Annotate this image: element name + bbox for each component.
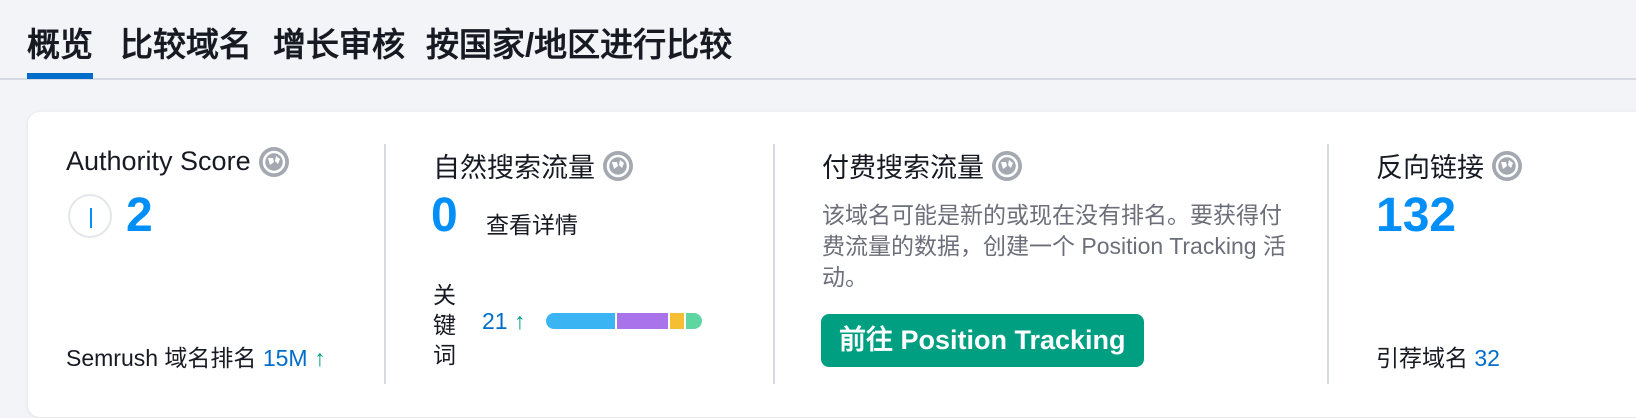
arrow-up-icon: ↑	[313, 345, 326, 371]
tab-overview[interactable]: 概览	[27, 18, 93, 79]
paid-traffic-label: 付费搜索流量	[822, 153, 984, 183]
tab-growth-review[interactable]: 增长审核	[273, 18, 405, 78]
organic-traffic-value: 0	[431, 189, 458, 242]
globe-info-icon[interactable]	[603, 150, 633, 181]
position-tracking-button[interactable]: 前往 Position Tracking	[821, 314, 1144, 367]
divider	[1327, 144, 1329, 384]
referring-domains-label: 引荐域名	[1376, 345, 1468, 371]
backlinks-value[interactable]: 132	[1376, 188, 1456, 243]
authority-score-title: Authority Score	[66, 146, 289, 177]
authority-score-gauge	[68, 194, 112, 238]
referring-domains-value[interactable]: 32	[1474, 345, 1500, 371]
keyword-bar-segment	[670, 313, 684, 329]
tab-compare-by-country[interactable]: 按国家/地区进行比较	[426, 18, 732, 78]
tab-bar: 概览 比较域名 增长审核 按国家/地区进行比较	[0, 0, 1636, 80]
keywords-count: 21 ↑	[482, 308, 525, 335]
paid-traffic-title: 付费搜索流量	[822, 146, 1022, 185]
paid-traffic-description: 该域名可能是新的或现在没有排名。要获得付费流量的数据，创建一个 Position…	[822, 202, 1286, 290]
arrow-up-icon: ↑	[513, 308, 526, 334]
globe-info-icon[interactable]	[1492, 150, 1522, 181]
keyword-bar-segment	[617, 313, 668, 329]
keywords-value[interactable]: 21	[482, 308, 508, 334]
divider	[384, 144, 386, 384]
keywords-label: 关键词	[433, 282, 456, 368]
semrush-rank-value[interactable]: 15M	[263, 345, 308, 371]
backlinks-title: 反向链接	[1376, 146, 1522, 185]
semrush-rank-label: Semrush 域名排名	[66, 345, 257, 371]
semrush-rank: Semrush 域名排名 15M ↑	[66, 339, 325, 373]
authority-score-label: Authority Score	[66, 146, 251, 176]
keyword-bar-segment	[685, 313, 702, 329]
keywords-distribution-bar[interactable]	[546, 313, 702, 329]
organic-traffic-title: 自然搜索流量	[433, 146, 633, 185]
keyword-bar-segment	[546, 313, 615, 329]
tab-compare-domains[interactable]: 比较域名	[120, 18, 252, 78]
divider	[773, 144, 775, 384]
authority-score-value: 2	[126, 189, 153, 242]
view-details-link[interactable]: 查看详情	[486, 206, 578, 240]
overview-card: Authority Score 2 Semrush 域名排名 15M ↑ 自然搜…	[28, 112, 1636, 417]
globe-info-icon[interactable]	[258, 146, 289, 177]
globe-info-icon[interactable]	[992, 150, 1022, 181]
organic-traffic-label: 自然搜索流量	[433, 153, 595, 183]
referring-domains: 引荐域名 32	[1376, 339, 1500, 373]
backlinks-label: 反向链接	[1376, 153, 1484, 183]
